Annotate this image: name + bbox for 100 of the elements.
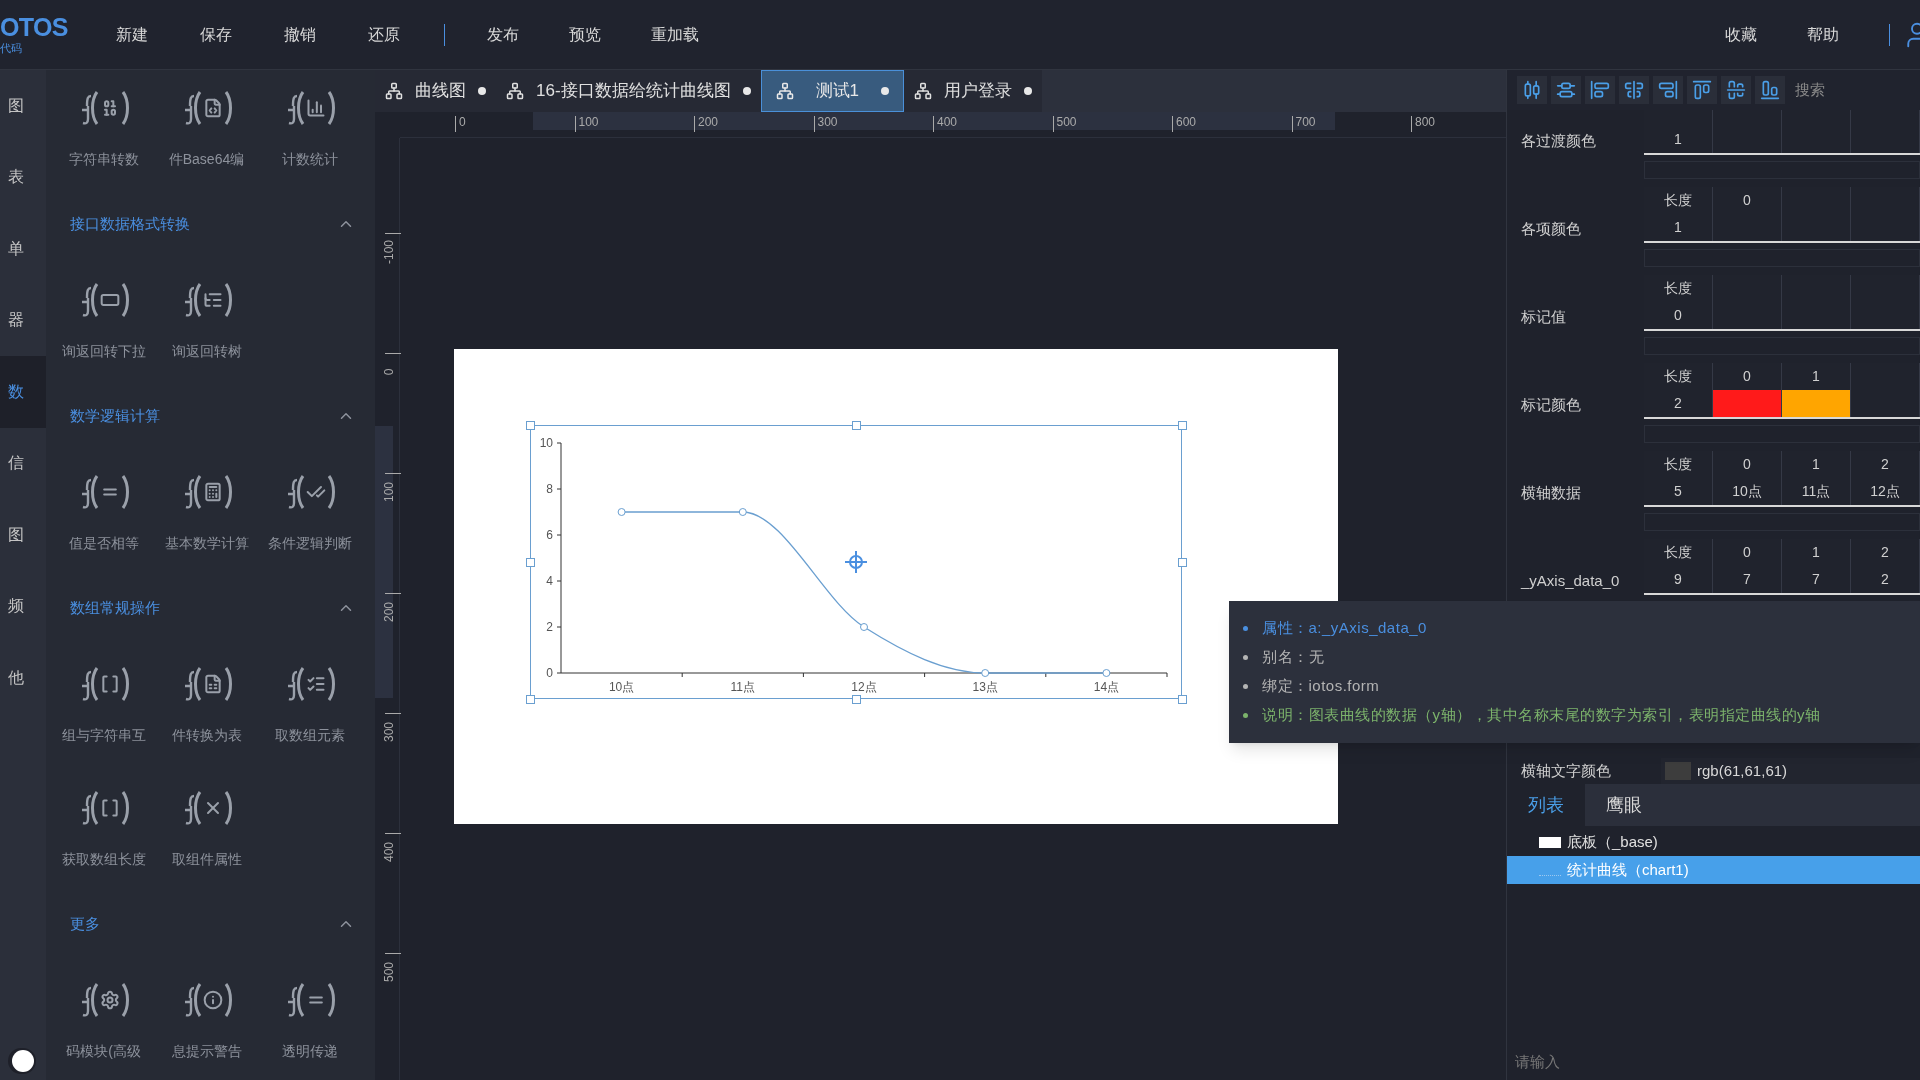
function-label[interactable]: 询返回转树 [171, 341, 242, 362]
resize-handle[interactable] [525, 420, 535, 430]
selection-frame[interactable]: 0 2 4 6 8 10 10点 11点 12点 13点 14点 [530, 425, 1182, 699]
resize-handle[interactable] [851, 694, 861, 704]
document-tab[interactable]: 曲线图 [375, 70, 496, 112]
layer-filter-field[interactable]: 请输入 [1507, 1044, 1920, 1078]
panel-tab[interactable]: 列表 [1507, 784, 1585, 826]
layer-item[interactable]: 底板（_base) [1507, 828, 1920, 856]
menu-item[interactable]: 重加载 [651, 22, 699, 47]
length-value: 5 [1674, 482, 1682, 501]
index-header: 1 [1812, 543, 1820, 562]
function-label[interactable]: 组与字符串互 [61, 725, 146, 746]
function-label[interactable]: 条件逻辑判断 [267, 533, 352, 554]
distribute-horizontal-icon[interactable] [1517, 76, 1547, 104]
category-tab[interactable]: 表 [0, 141, 46, 213]
index-header: 2 [1881, 455, 1889, 474]
function-label[interactable]: 码模块(高级 [66, 1041, 141, 1062]
y-tick-label: 2 [546, 620, 553, 634]
array-value[interactable]: 12点 [1870, 481, 1900, 502]
index-header: 1 [1812, 367, 1820, 386]
property-label: 标记值 [1521, 306, 1566, 327]
length-header: 长度 [1664, 543, 1692, 562]
align-left-icon[interactable] [1585, 76, 1615, 104]
crosshair-icon[interactable] [845, 551, 867, 573]
search-field[interactable]: 搜索 [1795, 78, 1915, 102]
section-title[interactable]: 更多 [70, 912, 100, 936]
category-tab[interactable]: 他 [0, 642, 46, 714]
resize-handle[interactable] [851, 420, 861, 430]
align-bottom-icon[interactable] [1755, 76, 1785, 104]
menu-item[interactable]: 还原 [368, 22, 400, 47]
category-tab[interactable]: 器 [0, 284, 46, 356]
menu-item[interactable]: 收藏 [1725, 22, 1757, 47]
menu-item[interactable]: 撤销 [284, 22, 316, 47]
distribute-vertical-icon[interactable] [1551, 76, 1581, 104]
x-tick-label: 10点 [608, 680, 635, 694]
section-title[interactable]: 数组常规操作 [70, 596, 160, 620]
y-tick-label: 10 [539, 436, 553, 450]
ruler-label: 200 [383, 602, 395, 622]
resize-handle[interactable] [1177, 420, 1187, 430]
align-top-icon[interactable] [1687, 76, 1717, 104]
function-label[interactable]: 字符串转数 [68, 149, 139, 170]
resize-handle[interactable] [1177, 557, 1187, 567]
function-label[interactable]: 询返回转下拉 [61, 341, 146, 362]
ruler-label: 400 [383, 842, 395, 862]
toggle-switch[interactable] [8, 1048, 36, 1074]
align-right-icon[interactable] [1653, 76, 1683, 104]
data-point [1102, 669, 1111, 677]
resize-handle[interactable] [525, 694, 535, 704]
index-header: 0 [1743, 367, 1751, 386]
menu-item[interactable]: 发布 [487, 22, 519, 47]
index-header: 0 [1743, 543, 1751, 562]
function-label[interactable]: 值是否相等 [68, 533, 139, 554]
logo[interactable]: OTOS [0, 15, 90, 40]
document-tab[interactable]: 测试1 [760, 70, 905, 112]
property-label: 横轴文字颜色 [1520, 760, 1612, 781]
data-point [860, 623, 868, 631]
category-tab[interactable]: 图 [0, 70, 46, 142]
menu-item[interactable]: 新建 [116, 22, 148, 47]
color-swatch[interactable] [1782, 390, 1850, 417]
function-label[interactable]: 件转换为表 [171, 725, 242, 746]
menu-item[interactable]: 帮助 [1807, 22, 1839, 47]
array-value[interactable]: 11点 [1801, 481, 1831, 502]
color-swatch[interactable] [1713, 390, 1781, 417]
menu-item[interactable]: 预览 [569, 22, 601, 47]
data-point [981, 669, 990, 677]
array-value[interactable]: 7 [1743, 569, 1751, 590]
category-tab[interactable]: 图 [0, 499, 46, 571]
index-header: 2 [1881, 543, 1889, 562]
function-label[interactable]: 取数组元素 [274, 725, 345, 746]
category-tab[interactable]: 信 [0, 427, 46, 499]
panel-tab[interactable]: 鹰眼 [1585, 784, 1663, 826]
data-point [738, 508, 747, 516]
function-label[interactable]: 基本数学计算 [164, 533, 249, 554]
x-tick-label: 14点 [1093, 680, 1120, 694]
category-tab[interactable]: 单 [0, 213, 46, 285]
data-point [617, 508, 626, 516]
section-title[interactable]: 数学逻辑计算 [70, 404, 160, 428]
array-value[interactable]: 10点 [1732, 481, 1762, 502]
resize-handle[interactable] [1177, 694, 1187, 704]
resize-handle[interactable] [525, 557, 535, 567]
function-label[interactable]: 计数统计 [281, 149, 338, 170]
document-tab[interactable]: 用户登录 [904, 70, 1043, 112]
x-tick-label: 11点 [730, 680, 756, 694]
align-middle-icon[interactable] [1721, 76, 1751, 104]
function-label[interactable]: 获取数组长度 [61, 849, 146, 870]
menu-item[interactable]: 保存 [200, 22, 232, 47]
property-label: 各过渡颜色 [1521, 130, 1596, 151]
category-tab[interactable]: 频 [0, 570, 46, 642]
function-label[interactable]: 透明传递 [281, 1041, 338, 1062]
function-label[interactable]: 息提示警告 [171, 1041, 242, 1062]
array-value[interactable]: 2 [1881, 569, 1889, 590]
section-title[interactable]: 接口数据格式转换 [70, 212, 190, 236]
length-value: 9 [1674, 570, 1682, 589]
category-tab[interactable]: 数 [0, 356, 46, 428]
array-value[interactable]: 7 [1812, 569, 1820, 590]
align-center-icon[interactable] [1619, 76, 1649, 104]
function-label[interactable]: 件Base64编 [168, 149, 245, 170]
function-label[interactable]: 取组件属性 [171, 849, 242, 870]
document-tab[interactable]: 16-接口数据给统计曲线图 [496, 70, 761, 112]
y-tick-label: 8 [546, 482, 553, 496]
